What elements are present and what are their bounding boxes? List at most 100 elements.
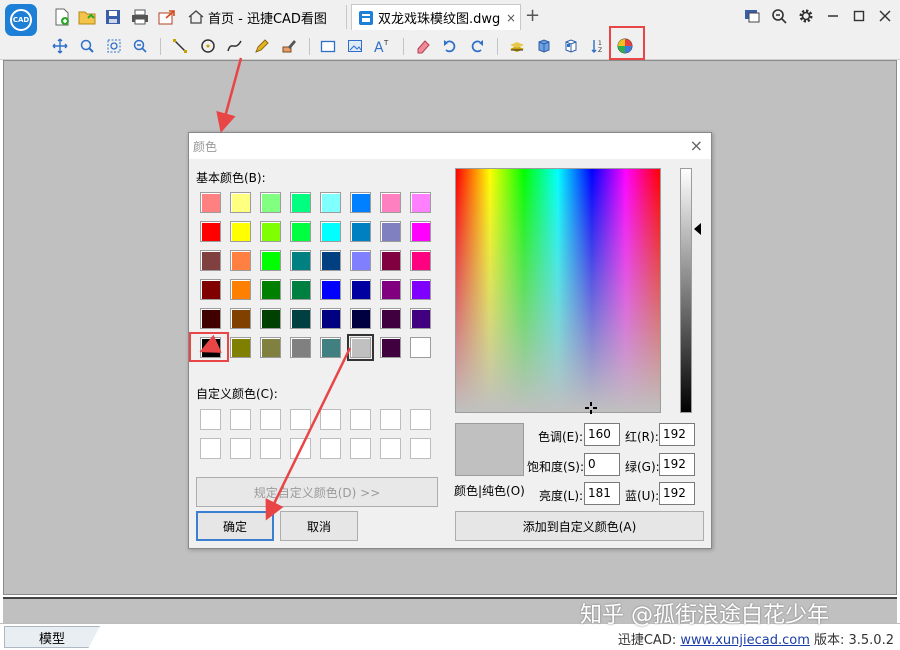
basic-color-swatch[interactable]: [350, 279, 371, 300]
basic-color-swatch[interactable]: [290, 279, 311, 300]
basic-color-swatch[interactable]: [380, 308, 401, 329]
cube-icon[interactable]: [534, 36, 554, 56]
luminance-bar[interactable]: [680, 168, 692, 413]
define-custom-colors-button[interactable]: 规定自定义颜色(D) >>: [196, 477, 438, 507]
ok-button[interactable]: 确定: [196, 511, 274, 541]
circle-icon[interactable]: [198, 36, 218, 56]
basic-color-swatch[interactable]: [410, 192, 431, 213]
custom-color-swatch[interactable]: [320, 438, 341, 459]
basic-color-swatch[interactable]: [200, 279, 221, 300]
save-icon[interactable]: [103, 7, 123, 27]
minimize-icon[interactable]: [823, 6, 843, 26]
basic-color-swatch[interactable]: [320, 250, 341, 271]
custom-color-swatch[interactable]: [350, 438, 371, 459]
basic-color-swatch[interactable]: [230, 337, 251, 358]
eraser-edit-icon[interactable]: [279, 36, 299, 56]
eraser-icon[interactable]: [413, 36, 433, 56]
custom-color-swatch[interactable]: [410, 438, 431, 459]
custom-color-swatch[interactable]: [260, 409, 281, 430]
basic-color-swatch[interactable]: [347, 334, 374, 361]
basic-color-swatch[interactable]: [410, 250, 431, 271]
pencil-icon[interactable]: [252, 36, 272, 56]
zoom-icon[interactable]: [77, 36, 97, 56]
blue-field[interactable]: 192: [659, 482, 695, 505]
maximize-icon[interactable]: [849, 6, 869, 26]
search-zoom-icon[interactable]: [769, 6, 789, 26]
basic-color-swatch[interactable]: [200, 337, 221, 358]
basic-color-swatch[interactable]: [200, 221, 221, 242]
tab-file[interactable]: 双龙戏珠模纹图.dwg ×: [351, 4, 521, 30]
tab-model[interactable]: 模型: [4, 626, 100, 648]
polyline-icon[interactable]: [225, 36, 245, 56]
screen-icon[interactable]: [742, 6, 762, 26]
basic-color-swatch[interactable]: [260, 192, 281, 213]
basic-color-swatch[interactable]: [260, 308, 281, 329]
basic-color-swatch[interactable]: [290, 250, 311, 271]
luminance-arrow-icon[interactable]: [694, 223, 701, 235]
basic-color-swatch[interactable]: [230, 250, 251, 271]
basic-color-swatch[interactable]: [350, 192, 371, 213]
basic-color-swatch[interactable]: [320, 221, 341, 242]
tab-home[interactable]: 首页 - 迅捷CAD看图: [182, 5, 347, 29]
basic-color-swatch[interactable]: [230, 192, 251, 213]
line-icon[interactable]: [170, 36, 190, 56]
basic-color-swatch[interactable]: [260, 221, 281, 242]
layer-icon[interactable]: [507, 36, 527, 56]
export-icon[interactable]: [157, 7, 177, 27]
custom-color-swatch[interactable]: [320, 409, 341, 430]
hue-field[interactable]: 160: [584, 423, 620, 446]
color-spectrum[interactable]: [455, 168, 661, 413]
add-custom-color-button[interactable]: 添加到自定义颜色(A): [455, 511, 704, 541]
basic-color-swatch[interactable]: [320, 192, 341, 213]
cancel-button[interactable]: 取消: [280, 511, 358, 541]
custom-color-swatch[interactable]: [260, 438, 281, 459]
basic-color-swatch[interactable]: [200, 308, 221, 329]
custom-color-swatch[interactable]: [350, 409, 371, 430]
basic-color-swatch[interactable]: [380, 192, 401, 213]
basic-color-swatch[interactable]: [200, 250, 221, 271]
basic-color-swatch[interactable]: [350, 308, 371, 329]
rectangle-icon[interactable]: [318, 36, 338, 56]
custom-color-swatch[interactable]: [200, 438, 221, 459]
basic-color-swatch[interactable]: [230, 279, 251, 300]
custom-color-swatch[interactable]: [380, 438, 401, 459]
custom-color-swatch[interactable]: [230, 438, 251, 459]
basic-color-swatch[interactable]: [350, 250, 371, 271]
basic-color-swatch[interactable]: [200, 192, 221, 213]
print-icon[interactable]: [130, 7, 150, 27]
custom-color-swatch[interactable]: [200, 409, 221, 430]
close-icon[interactable]: [875, 6, 895, 26]
tab-close-icon[interactable]: ×: [506, 11, 516, 25]
pan-icon[interactable]: [50, 36, 70, 56]
brand-link[interactable]: www.xunjiecad.com: [680, 633, 810, 648]
basic-color-swatch[interactable]: [260, 279, 281, 300]
basic-color-swatch[interactable]: [410, 221, 431, 242]
custom-color-swatch[interactable]: [290, 409, 311, 430]
basic-color-swatch[interactable]: [410, 308, 431, 329]
basic-color-swatch[interactable]: [320, 279, 341, 300]
app-logo[interactable]: CAD: [5, 4, 37, 36]
basic-color-swatch[interactable]: [230, 308, 251, 329]
custom-color-swatch[interactable]: [380, 409, 401, 430]
new-file-icon[interactable]: [52, 7, 72, 27]
basic-color-swatch[interactable]: [410, 279, 431, 300]
basic-color-swatch[interactable]: [350, 221, 371, 242]
sort-icon[interactable]: 1Z: [588, 36, 608, 56]
image-icon[interactable]: [345, 36, 365, 56]
basic-color-swatch[interactable]: [290, 337, 311, 358]
red-field[interactable]: 192: [659, 423, 695, 446]
custom-color-swatch[interactable]: [290, 438, 311, 459]
basic-color-swatch[interactable]: [410, 337, 431, 358]
gear-icon[interactable]: [796, 6, 816, 26]
dialog-close-icon[interactable]: ×: [690, 136, 703, 155]
3d-view-icon[interactable]: [561, 36, 581, 56]
open-folder-icon[interactable]: [77, 7, 97, 27]
zoom-extents-icon[interactable]: [130, 36, 150, 56]
lum-field[interactable]: 181: [584, 482, 620, 505]
zoom-window-icon[interactable]: [104, 36, 124, 56]
basic-color-swatch[interactable]: [290, 308, 311, 329]
new-tab-button[interactable]: +: [525, 7, 540, 25]
basic-color-swatch[interactable]: [290, 192, 311, 213]
custom-color-swatch[interactable]: [410, 409, 431, 430]
redo-icon[interactable]: [467, 36, 487, 56]
